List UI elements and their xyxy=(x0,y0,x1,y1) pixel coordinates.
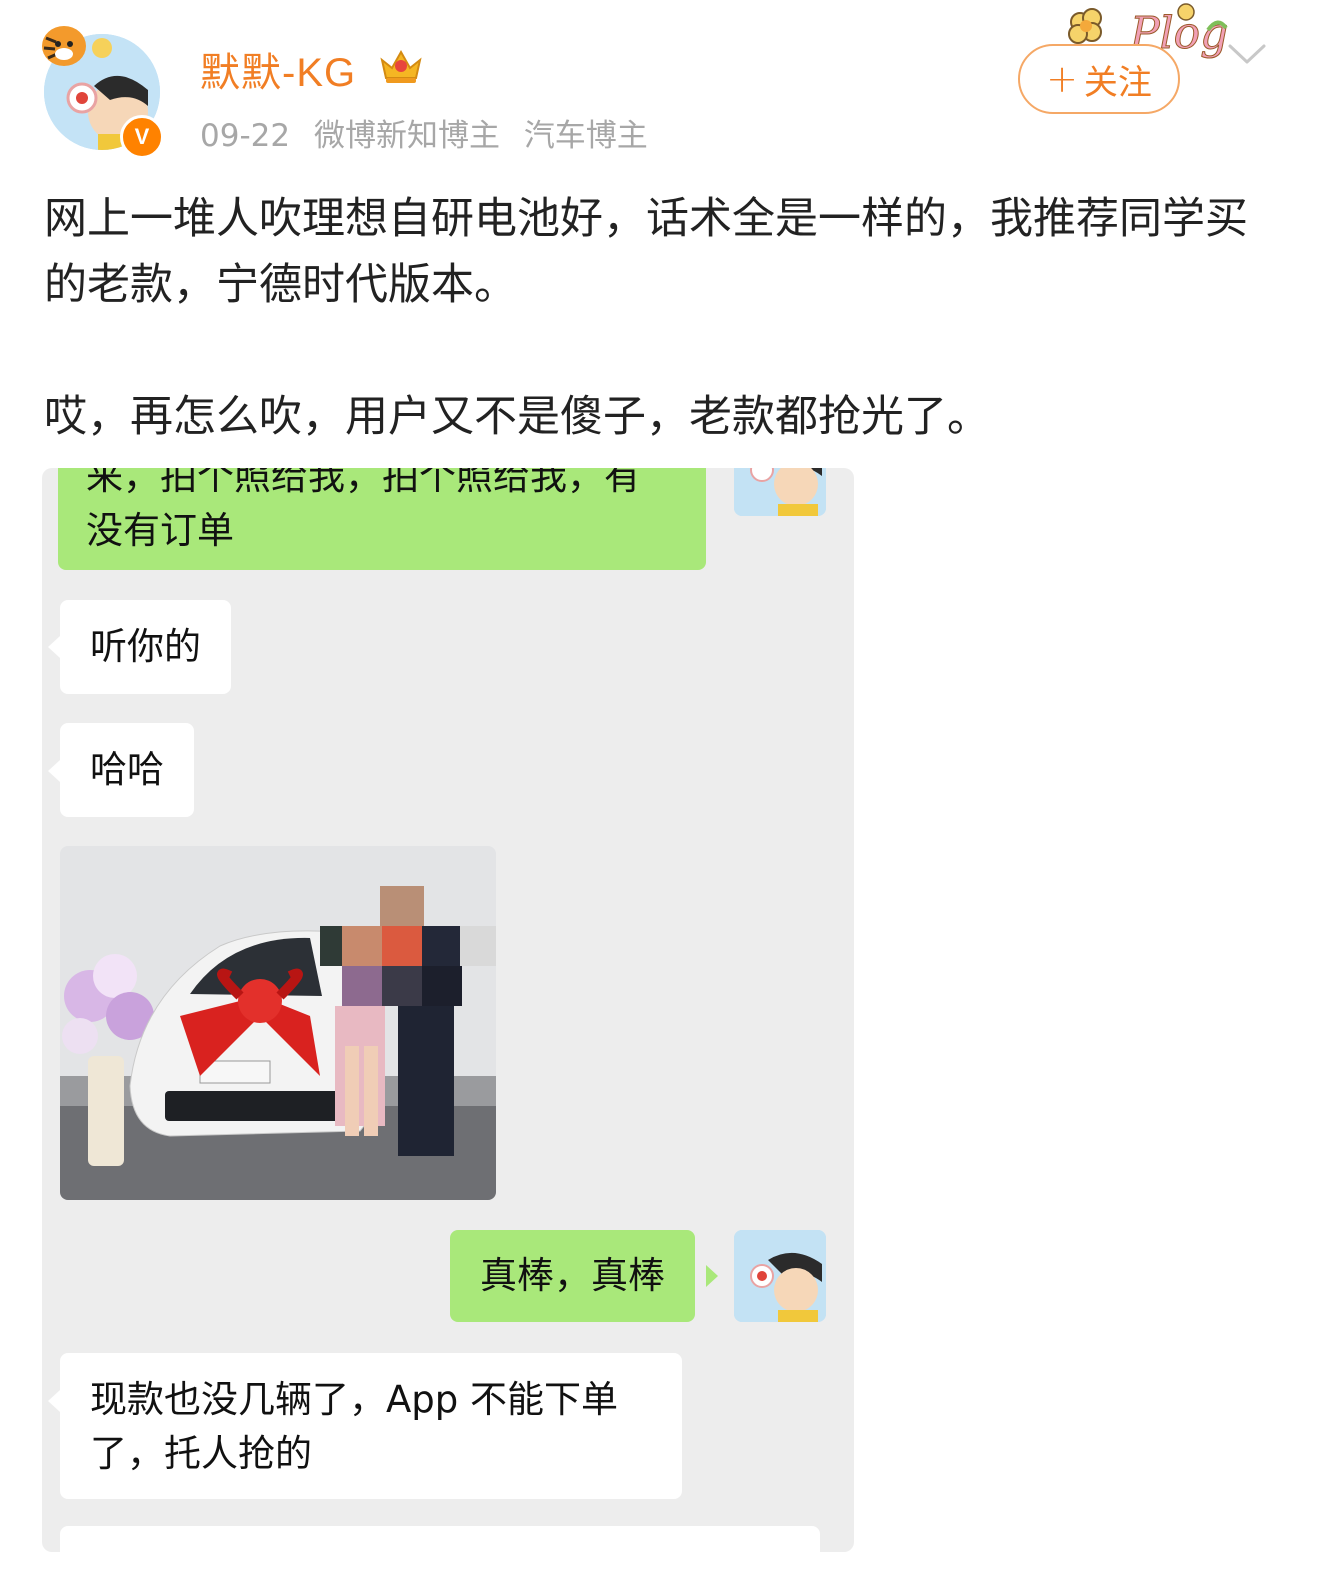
post-meta: 09-22 微博新知博主 汽车博主 xyxy=(200,110,662,155)
chat-bubble-text-cut: 来，拍个照给我，拍个照给我，有 xyxy=(86,468,641,498)
chat-bubble-other: 听你的 xyxy=(60,600,231,694)
bubble-tail xyxy=(706,1265,718,1287)
bubble-tail xyxy=(48,760,60,782)
username[interactable]: 默默-KG xyxy=(200,40,356,98)
chat-bubble-me: 真棒，真棒 xyxy=(450,1230,695,1322)
chat-bubble-other: 哈哈 xyxy=(60,723,194,817)
chat-bubble-me: 来，拍个照给我，拍个照给我，有 没有订单 xyxy=(58,468,706,570)
chat-avatar-me xyxy=(734,468,826,516)
post-text: 网上一堆人吹理想自研电池好，话术全是一样的，我推荐同学买的老款，宁德时代版本。 … xyxy=(44,186,1264,450)
bubble-tail xyxy=(48,1390,60,1412)
plus-icon: + xyxy=(1046,57,1078,101)
chat-photo-car-delivery[interactable] xyxy=(60,846,496,1200)
follow-label: 关注 xyxy=(1083,62,1152,103)
post-paragraph-1: 网上一堆人吹理想自研电池好，话术全是一样的，我推荐同学买的老款，宁德时代版本。 xyxy=(44,194,1248,310)
chat-bubble-other: 现款也没几辆了，App 不能下单了，托人抢的 xyxy=(60,1353,682,1499)
verified-badge-icon: V xyxy=(120,115,164,159)
tiger-avatar-frame-icon xyxy=(42,26,112,66)
user-tag-1: 微博新知博主 xyxy=(313,118,500,154)
chevron-down-icon[interactable] xyxy=(1226,40,1268,70)
post-date: 09-22 xyxy=(200,118,291,154)
user-tag-2: 汽车博主 xyxy=(523,118,648,154)
chat-avatar-me xyxy=(734,1230,826,1322)
bubble-tail xyxy=(48,636,60,658)
follow-button[interactable]: + 关注 xyxy=(1018,44,1180,114)
chat-bubble-text: 没有订单 xyxy=(86,509,234,552)
crown-icon[interactable] xyxy=(378,44,424,86)
chat-bubble-other-cut xyxy=(60,1526,820,1552)
chat-screenshot-image[interactable]: 来，拍个照给我，拍个照给我，有 没有订单 听你的 哈哈 真棒，真棒 现款也没几辆… xyxy=(42,468,854,1552)
post-paragraph-2: 哎，再怎么吹，用户又不是傻子，老款都抢光了。 xyxy=(44,392,990,442)
